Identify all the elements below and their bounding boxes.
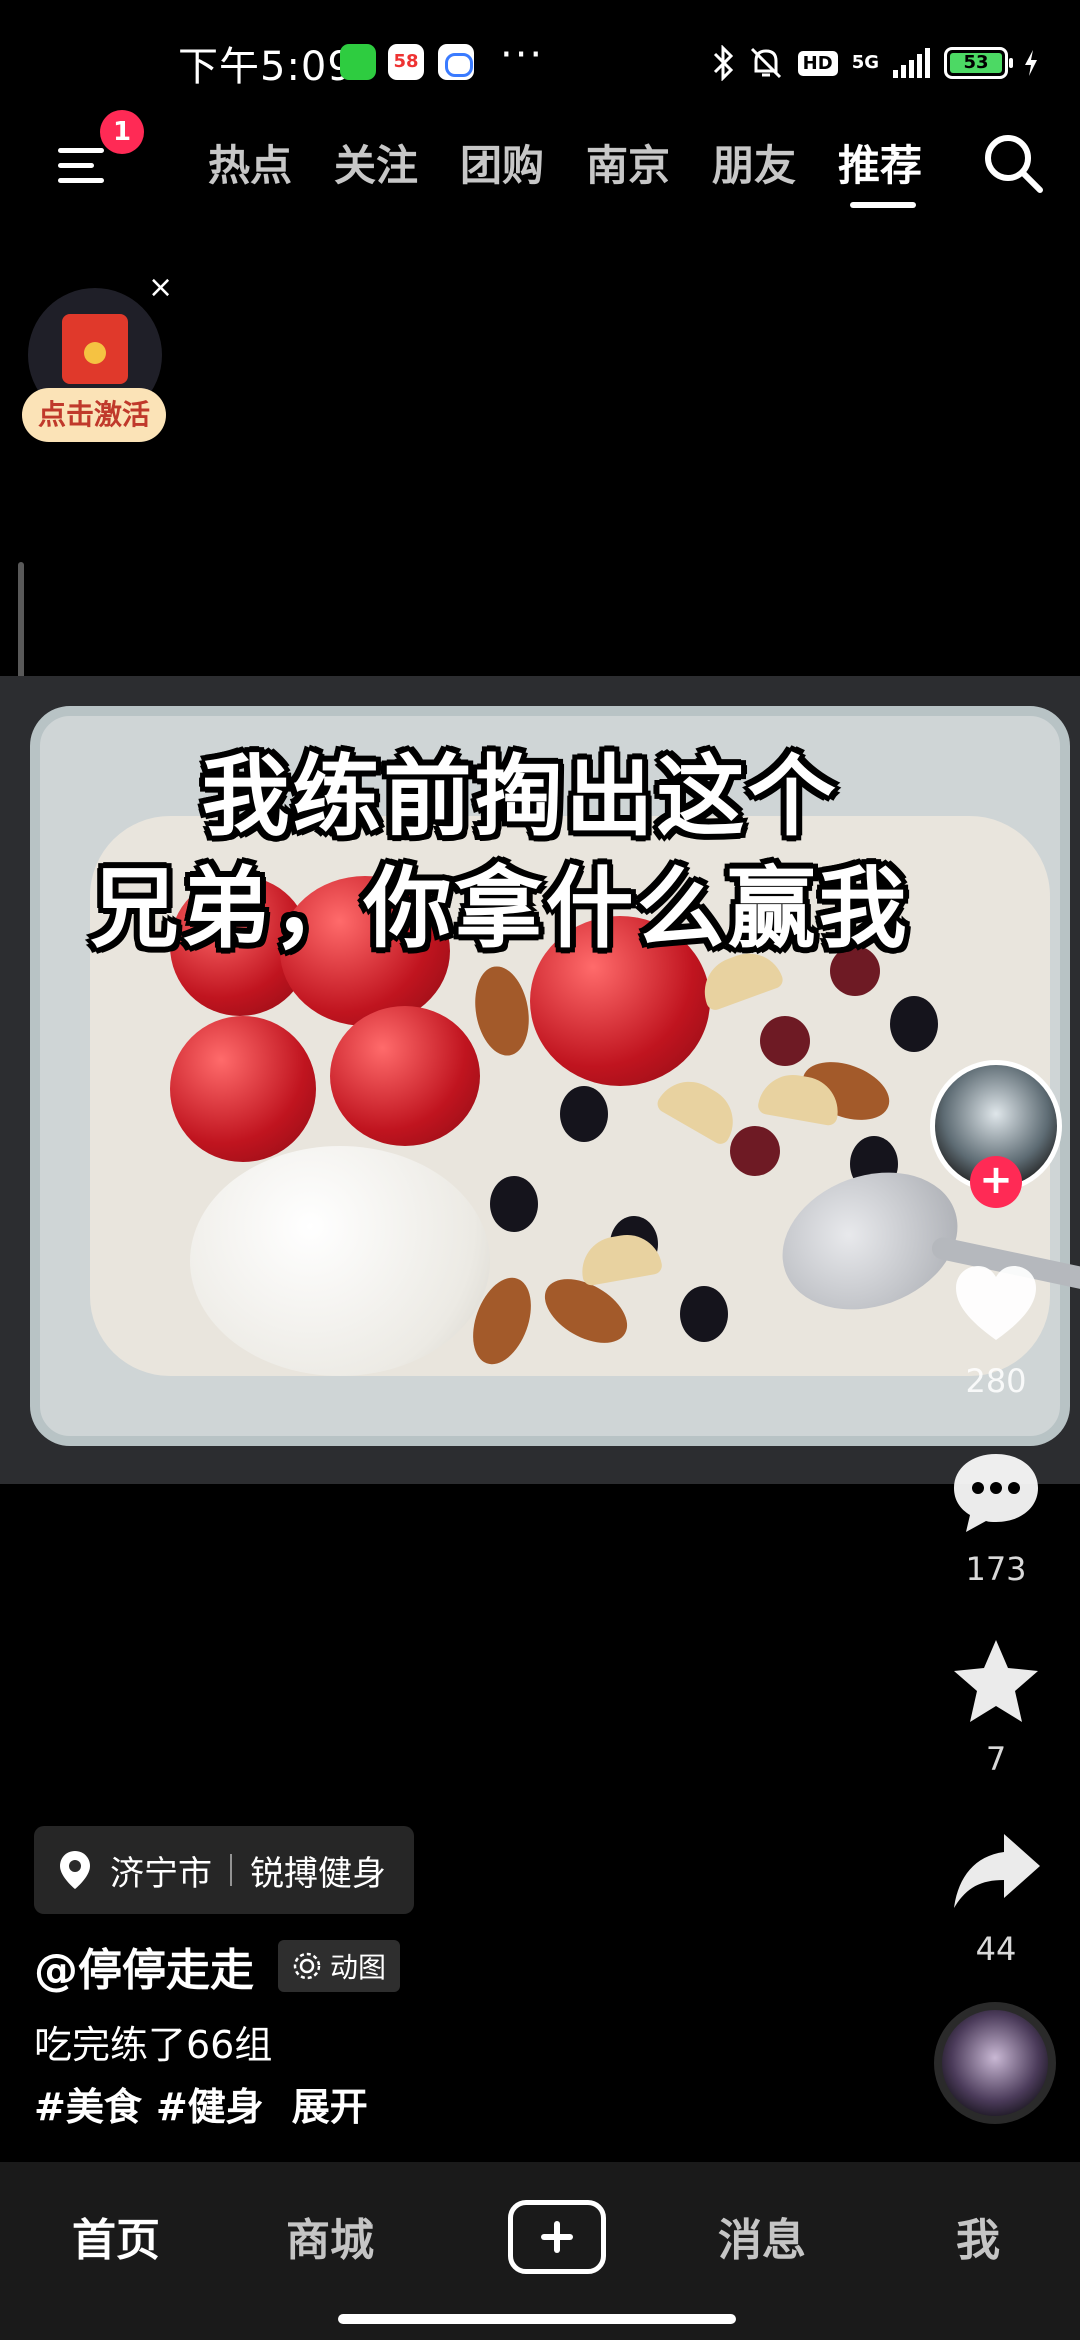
location-city: 济宁市 xyxy=(110,1853,212,1894)
wechat-notification-icon xyxy=(340,44,376,80)
like-button[interactable]: 280 xyxy=(930,1258,1062,1400)
more-notifications-icon: ··· xyxy=(500,32,545,78)
notification-badge: 1 xyxy=(100,110,144,154)
post-tags: #美食 #健身 展开 xyxy=(34,2076,368,2131)
tag-fitness[interactable]: #健身 xyxy=(156,2076,264,2131)
favorite-count: 7 xyxy=(985,1740,1007,1778)
hd-badge: HD xyxy=(797,50,838,76)
favorite-button[interactable]: 7 xyxy=(930,1636,1062,1778)
like-count: 280 xyxy=(965,1362,1027,1400)
share-button[interactable]: 44 xyxy=(930,1826,1062,1968)
tab-group-buy[interactable]: 团购 xyxy=(460,132,544,193)
bottom-nav-bar: 首页 商城 消息 我 xyxy=(0,2162,1080,2340)
location-chip[interactable]: 济宁市 锐搏健身 xyxy=(34,1826,414,1914)
comment-count: 173 xyxy=(965,1550,1027,1588)
post-description: 吃完练了66组 xyxy=(34,2023,273,2067)
status-bar: 下午5:09 58 ··· HD 5G 53 xyxy=(0,0,1080,120)
nav-messages[interactable]: 消息 xyxy=(718,2204,806,2268)
top-tab-bar: 1 热点 关注 团购 南京 朋友 推荐 xyxy=(0,110,1080,220)
video-frame[interactable]: 我练前掏出这个 兄弟，你拿什么赢我 xyxy=(0,676,1080,1484)
cranberry-image xyxy=(730,1126,780,1176)
tomato-image xyxy=(170,1016,316,1162)
activate-button[interactable]: 点击激活 xyxy=(22,388,166,442)
bluetooth-icon xyxy=(713,45,733,81)
heart-icon xyxy=(956,1266,1036,1340)
muted-bell-icon xyxy=(750,47,781,79)
status-time: 下午5:09 xyxy=(178,44,354,90)
signal-icon xyxy=(893,48,930,78)
music-disc[interactable] xyxy=(934,2002,1056,2124)
charging-icon xyxy=(1025,50,1037,76)
tab-friends[interactable]: 朋友 xyxy=(712,132,796,193)
nav-profile[interactable]: 我 xyxy=(956,2204,1000,2268)
share-arrow-icon xyxy=(954,1834,1040,1908)
app-58-notification-icon: 58 xyxy=(388,44,424,80)
raisin-image xyxy=(890,996,938,1052)
tab-recommend[interactable]: 推荐 xyxy=(838,132,922,193)
home-indicator[interactable] xyxy=(338,2314,736,2324)
tab-following[interactable]: 关注 xyxy=(334,132,418,193)
battery-icon: 53 xyxy=(944,47,1013,79)
comment-icon xyxy=(954,1454,1038,1532)
expand-button[interactable]: 展开 xyxy=(292,2076,368,2131)
comment-button[interactable]: 173 xyxy=(930,1446,1062,1588)
star-icon xyxy=(954,1640,1038,1722)
location-separator xyxy=(230,1854,232,1886)
nav-mall[interactable]: 商城 xyxy=(286,2204,374,2268)
tab-nanjing[interactable]: 南京 xyxy=(586,132,670,193)
follow-button[interactable]: + xyxy=(970,1156,1022,1208)
status-indicators: HD 5G 53 xyxy=(712,38,1040,88)
network-type: 5G xyxy=(851,52,879,73)
raisin-image xyxy=(490,1176,538,1232)
author-username[interactable]: @停停走走 xyxy=(34,1934,254,1998)
egg-image xyxy=(190,1146,490,1376)
tomato-image xyxy=(330,1006,480,1146)
gif-badge: 动图 xyxy=(278,1940,401,1992)
red-envelope-icon xyxy=(62,314,128,384)
video-caption-line2: 兄弟，你拿什么赢我 xyxy=(90,857,910,960)
active-tab-indicator xyxy=(850,202,916,208)
search-icon[interactable] xyxy=(980,130,1046,196)
location-place: 锐搏健身 xyxy=(250,1853,386,1894)
battery-level: 53 xyxy=(950,53,1002,73)
tag-food[interactable]: #美食 xyxy=(34,2076,142,2131)
menu-button[interactable] xyxy=(54,138,110,194)
raisin-image xyxy=(560,1086,608,1142)
cranberry-image xyxy=(760,1016,810,1066)
create-post-button[interactable] xyxy=(508,2200,606,2274)
video-caption-line1: 我练前掏出这个 xyxy=(201,745,839,848)
share-count: 44 xyxy=(975,1930,1017,1968)
nav-home[interactable]: 首页 xyxy=(72,2204,160,2268)
gif-label: 动图 xyxy=(330,1951,387,1984)
raisin-image xyxy=(680,1286,728,1342)
location-pin-icon xyxy=(60,1851,90,1889)
red-packet-close-icon[interactable]: × xyxy=(148,270,173,305)
tab-hot[interactable]: 热点 xyxy=(208,132,292,193)
animated-image-icon xyxy=(293,1952,321,1980)
cloud-app-notification-icon xyxy=(438,44,474,80)
